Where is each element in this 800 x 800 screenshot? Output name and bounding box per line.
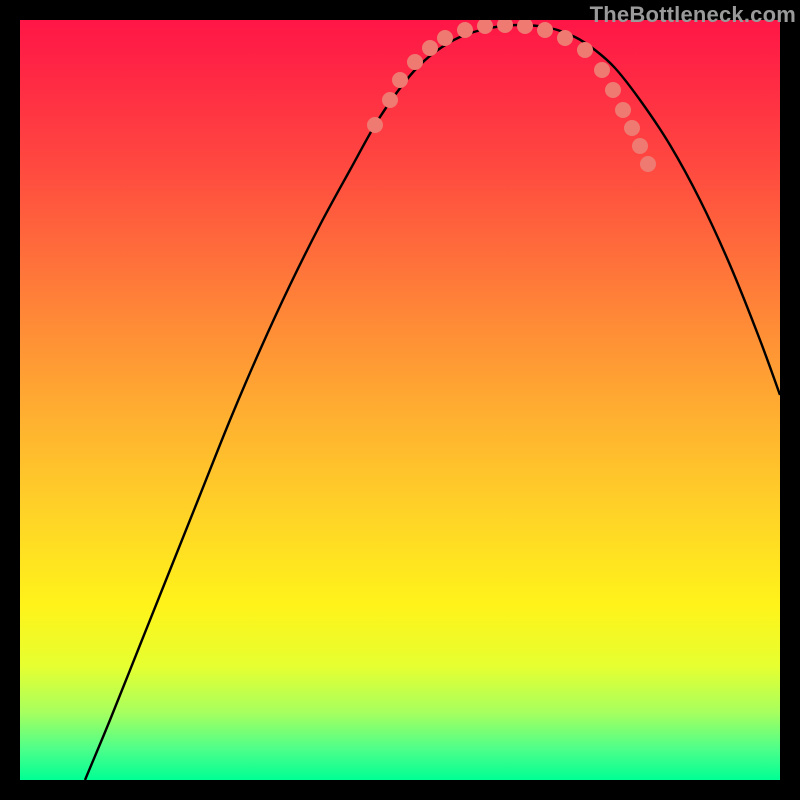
curve-marker xyxy=(557,30,573,46)
curve-marker xyxy=(605,82,621,98)
curve-marker xyxy=(437,30,453,46)
curve-marker xyxy=(632,138,648,154)
curve-marker xyxy=(615,102,631,118)
curve-marker xyxy=(367,117,383,133)
curve-marker xyxy=(577,42,593,58)
curve-marker xyxy=(457,22,473,38)
curve-marker xyxy=(422,40,438,56)
curve-marker xyxy=(497,20,513,33)
chart-frame xyxy=(20,20,780,780)
marker-group xyxy=(367,20,656,172)
curve-marker xyxy=(517,20,533,34)
curve-path-group xyxy=(85,25,780,780)
curve-marker xyxy=(407,54,423,70)
chart-svg xyxy=(20,20,780,780)
curve-marker xyxy=(392,72,408,88)
curve-marker xyxy=(594,62,610,78)
curve-marker xyxy=(640,156,656,172)
bottleneck-curve xyxy=(85,25,780,780)
curve-marker xyxy=(477,20,493,34)
curve-marker xyxy=(624,120,640,136)
curve-marker xyxy=(537,22,553,38)
curve-marker xyxy=(382,92,398,108)
watermark-text: TheBottleneck.com xyxy=(590,2,796,28)
